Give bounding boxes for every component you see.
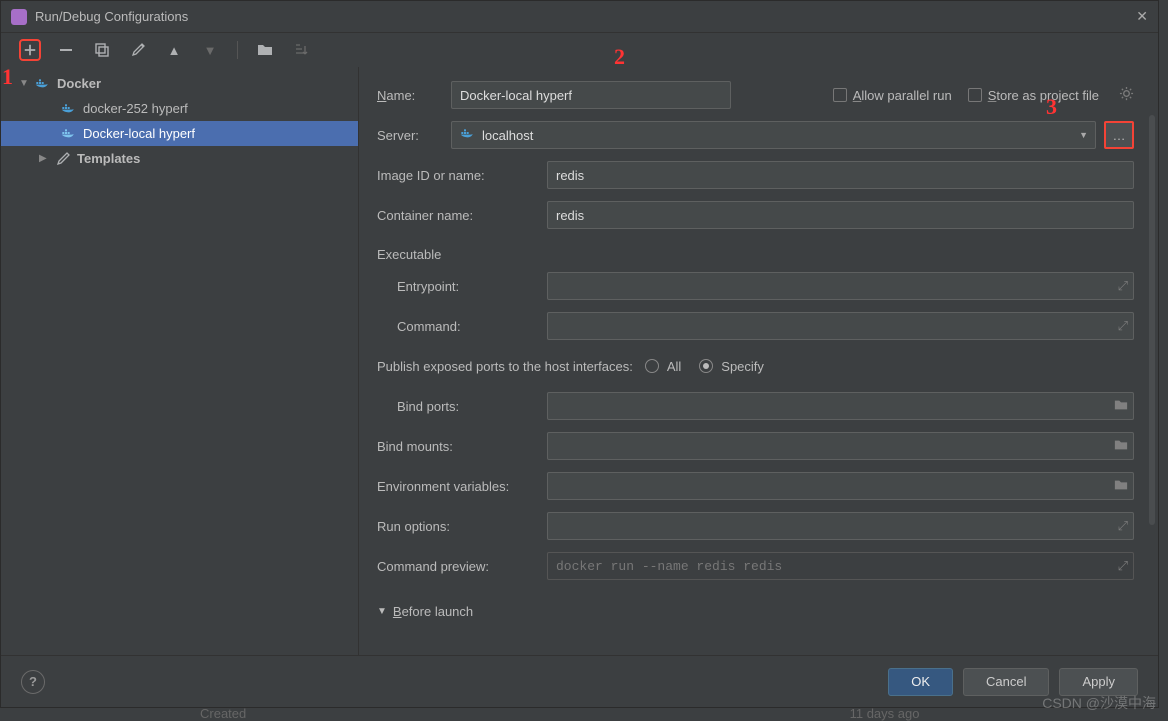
command-input[interactable] xyxy=(547,312,1134,340)
remove-config-button[interactable] xyxy=(55,39,77,61)
server-browse-button[interactable]: … xyxy=(1104,121,1134,149)
copy-config-button[interactable] xyxy=(91,39,113,61)
docker-icon xyxy=(61,101,77,117)
tree-item-label: docker-252 hyperf xyxy=(83,101,188,116)
tree-item-docker-252[interactable]: docker-252 hyperf xyxy=(1,96,358,121)
server-dropdown[interactable]: localhost ▼ xyxy=(451,121,1096,149)
image-input[interactable] xyxy=(547,161,1134,189)
docker-icon xyxy=(61,126,77,142)
add-config-button[interactable] xyxy=(19,39,41,61)
executable-header: Executable xyxy=(377,247,1134,262)
expand-icon[interactable]: ⤢ xyxy=(1118,558,1128,574)
app-icon xyxy=(11,9,27,25)
checkbox-icon xyxy=(968,88,982,102)
publish-all-radio[interactable] xyxy=(645,359,659,373)
before-launch-section[interactable]: ▼ Before launch xyxy=(377,604,1134,619)
bind-mounts-input[interactable] xyxy=(547,432,1134,460)
sort-button[interactable] xyxy=(290,39,312,61)
image-label: Image ID or name: xyxy=(377,168,547,183)
tree-templates[interactable]: ▶ Templates xyxy=(1,146,358,171)
cmd-preview-field: docker run --name redis redis xyxy=(547,552,1134,580)
server-label: Server: xyxy=(377,128,451,143)
folder-icon[interactable] xyxy=(1114,479,1128,494)
docker-icon xyxy=(460,128,476,143)
entrypoint-label: Entrypoint: xyxy=(377,279,547,294)
bind-mounts-label: Bind mounts: xyxy=(377,439,547,454)
expand-icon[interactable]: ⤢ xyxy=(1118,518,1128,534)
container-label: Container name: xyxy=(377,208,547,223)
publish-specify-label: Specify xyxy=(721,359,764,374)
entrypoint-input[interactable] xyxy=(547,272,1134,300)
folder-button[interactable] xyxy=(254,39,276,61)
chevron-down-icon: ▼ xyxy=(377,606,387,617)
help-button[interactable]: ? xyxy=(21,670,45,694)
expand-icon[interactable]: ⤢ xyxy=(1118,318,1128,334)
chevron-right-icon: ▶ xyxy=(39,153,51,164)
tree-item-docker-local[interactable]: Docker-local hyperf xyxy=(1,121,358,146)
command-label: Command: xyxy=(377,319,547,334)
cancel-button[interactable]: Cancel xyxy=(963,668,1049,696)
name-label: NName:ame: xyxy=(377,88,451,103)
wrench-icon xyxy=(55,151,71,167)
server-value: localhost xyxy=(482,128,533,143)
folder-icon[interactable] xyxy=(1114,439,1128,454)
cmd-preview-label: Command preview: xyxy=(377,559,547,574)
env-input[interactable] xyxy=(547,472,1134,500)
dialog-footer: ? OK Cancel Apply xyxy=(1,655,1158,707)
store-as-project-checkbox[interactable]: Store as project file xyxy=(968,88,1099,103)
expand-icon[interactable]: ⤢ xyxy=(1118,278,1128,294)
docker-icon xyxy=(35,76,51,92)
sidebar-toolbar: ▲ ▼ xyxy=(1,33,324,67)
run-options-input[interactable] xyxy=(547,512,1134,540)
folder-icon[interactable] xyxy=(1114,399,1128,414)
gear-icon[interactable] xyxy=(1119,86,1134,104)
bind-ports-input[interactable] xyxy=(547,392,1134,420)
titlebar: Run/Debug Configurations ✕ xyxy=(1,1,1158,33)
container-input[interactable] xyxy=(547,201,1134,229)
tree-group-label: Docker xyxy=(57,76,101,91)
apply-button[interactable]: Apply xyxy=(1059,668,1138,696)
templates-label: Templates xyxy=(77,151,140,166)
ok-button[interactable]: OK xyxy=(888,668,953,696)
config-tree[interactable]: ▼ Docker docker-252 hyperf Docker-local … xyxy=(1,67,359,655)
tree-item-label: Docker-local hyperf xyxy=(83,126,195,141)
toolbar-separator xyxy=(237,41,238,59)
checkbox-icon xyxy=(833,88,847,102)
run-options-label: Run options: xyxy=(377,519,547,534)
window-title: Run/Debug Configurations xyxy=(35,9,188,24)
chevron-down-icon: ▼ xyxy=(19,78,31,89)
tree-group-docker[interactable]: ▼ Docker xyxy=(1,71,358,96)
scrollbar[interactable] xyxy=(1149,115,1155,525)
publish-all-label: All xyxy=(667,359,681,374)
publish-specify-radio[interactable] xyxy=(699,359,713,373)
edit-templates-button[interactable] xyxy=(127,39,149,61)
name-input[interactable] xyxy=(451,81,731,109)
allow-parallel-checkbox[interactable]: Allow parallel run xyxy=(833,88,952,103)
close-icon[interactable]: ✕ xyxy=(1136,8,1148,25)
config-form: NName:ame: Allow parallel run Store as p… xyxy=(359,67,1158,655)
publish-label: Publish exposed ports to the host interf… xyxy=(377,359,633,374)
env-label: Environment variables: xyxy=(377,479,547,494)
bind-ports-label: Bind ports: xyxy=(377,399,547,414)
run-config-dialog: Run/Debug Configurations ✕ ▲ ▼ xyxy=(0,0,1159,708)
move-down-button[interactable]: ▼ xyxy=(199,39,221,61)
move-up-button[interactable]: ▲ xyxy=(163,39,185,61)
